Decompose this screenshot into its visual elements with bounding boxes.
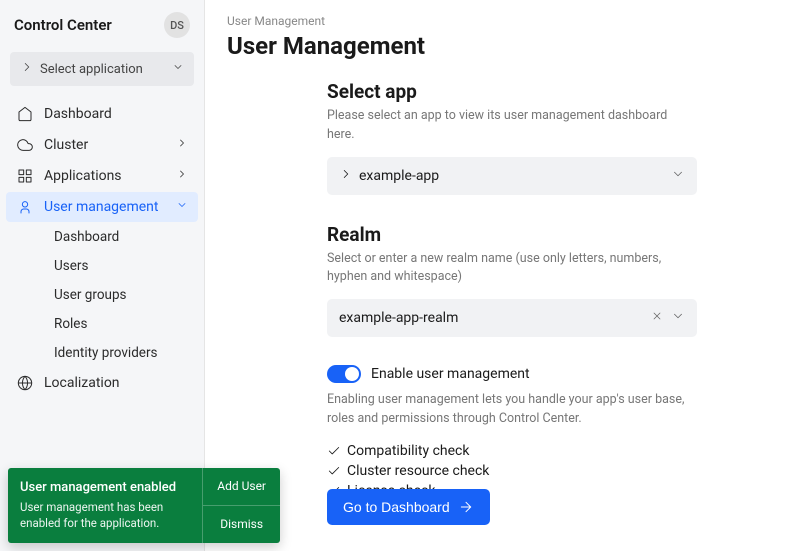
chevron-down-icon bbox=[671, 309, 685, 327]
user-icon bbox=[16, 199, 34, 215]
check-label: Compatibility check bbox=[347, 443, 469, 459]
realm-select[interactable]: example-app-realm bbox=[327, 299, 697, 337]
toast-dismiss-button[interactable]: Dismiss bbox=[203, 506, 280, 543]
sidebar-item-label: Applications bbox=[44, 168, 176, 184]
toast-title: User management enabled bbox=[20, 480, 190, 495]
sidebar-item-label: Cluster bbox=[44, 137, 176, 153]
cloud-icon bbox=[16, 137, 34, 153]
clear-icon[interactable] bbox=[651, 310, 663, 326]
enable-desc: Enabling user management lets you handle… bbox=[327, 391, 697, 429]
enable-toggle[interactable] bbox=[327, 365, 361, 383]
sidebar-item-localization[interactable]: Localization bbox=[6, 368, 198, 398]
apps-icon bbox=[16, 168, 34, 184]
selector-label: Select application bbox=[40, 62, 172, 77]
toast-add-user-button[interactable]: Add User bbox=[203, 468, 280, 506]
sidebar-item-user-management[interactable]: User management bbox=[6, 192, 198, 222]
enable-toggle-label: Enable user management bbox=[371, 366, 530, 382]
chevron-down-icon bbox=[172, 61, 184, 77]
breadcrumb: User Management bbox=[227, 14, 778, 28]
main-content: User Management User Management Select a… bbox=[205, 0, 800, 551]
sidebar-item-dashboard[interactable]: Dashboard bbox=[6, 99, 198, 129]
selector-icon bbox=[339, 167, 353, 185]
page-title: User Management bbox=[227, 32, 778, 60]
realm-desc: Select or enter a new realm name (use on… bbox=[327, 250, 697, 288]
application-selector[interactable]: Select application bbox=[10, 52, 194, 86]
select-app-desc: Please select an app to view its user ma… bbox=[327, 107, 697, 145]
go-button-label: Go to Dashboard bbox=[343, 499, 450, 515]
home-icon bbox=[16, 106, 34, 122]
globe-icon bbox=[16, 375, 34, 391]
sidebar-subitem-dashboard[interactable]: Dashboard bbox=[44, 223, 198, 251]
chevron-down-icon bbox=[176, 199, 188, 215]
chevron-right-icon bbox=[176, 168, 188, 184]
chevron-down-icon bbox=[671, 167, 685, 185]
app-title: Control Center bbox=[14, 16, 112, 34]
sidebar-submenu: Dashboard Users User groups Roles Identi… bbox=[6, 223, 198, 367]
toast-message: User management has been enabled for the… bbox=[20, 499, 190, 531]
sidebar-item-label: Dashboard bbox=[44, 106, 188, 122]
sidebar-subitem-user-groups[interactable]: User groups bbox=[44, 281, 198, 309]
check-item: Compatibility check bbox=[327, 443, 697, 459]
avatar[interactable]: DS bbox=[164, 12, 190, 38]
sidebar-item-label: User management bbox=[44, 199, 176, 215]
chevron-right-icon bbox=[176, 137, 188, 153]
app-select[interactable]: example-app bbox=[327, 157, 697, 195]
realm-value: example-app-realm bbox=[339, 310, 651, 326]
sidebar-subitem-identity-providers[interactable]: Identity providers bbox=[44, 339, 198, 367]
toast-notification: User management enabled User management … bbox=[8, 468, 280, 543]
sidebar-item-applications[interactable]: Applications bbox=[6, 161, 198, 191]
app-select-value: example-app bbox=[359, 168, 671, 184]
selector-icon bbox=[20, 60, 34, 78]
realm-heading: Realm bbox=[327, 223, 697, 246]
select-app-heading: Select app bbox=[327, 80, 697, 103]
go-to-dashboard-button[interactable]: Go to Dashboard bbox=[327, 489, 490, 525]
sidebar-item-cluster[interactable]: Cluster bbox=[6, 130, 198, 160]
check-label: Cluster resource check bbox=[347, 463, 489, 479]
sidebar-subitem-roles[interactable]: Roles bbox=[44, 310, 198, 338]
sidebar-subitem-users[interactable]: Users bbox=[44, 252, 198, 280]
sidebar-item-label: Localization bbox=[44, 375, 188, 391]
check-item: Cluster resource check bbox=[327, 463, 697, 479]
